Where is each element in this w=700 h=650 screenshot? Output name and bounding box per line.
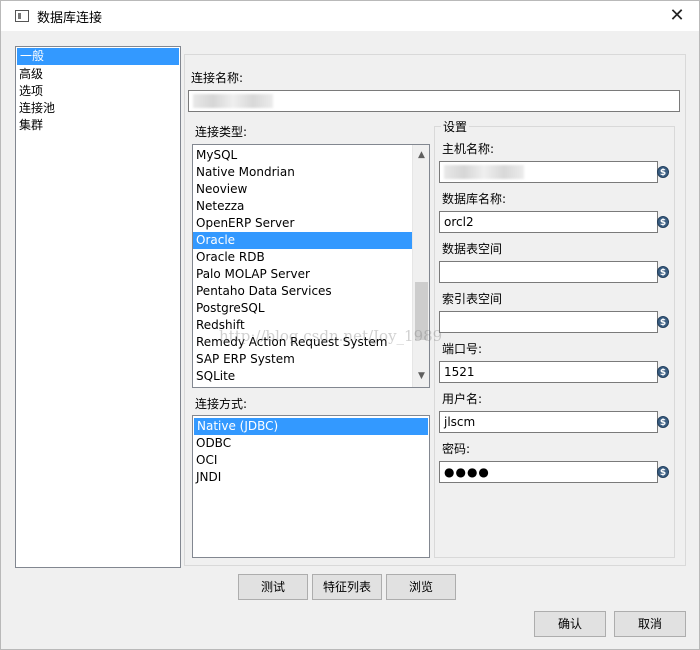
scroll-up-icon[interactable]: ▲ [413, 147, 429, 164]
connection-name-input[interactable] [188, 90, 680, 112]
list-item[interactable]: MySQL [193, 147, 429, 164]
list-item[interactable]: Netezza [193, 198, 429, 215]
host-input[interactable] [439, 161, 658, 183]
ok-button[interactable]: 确认 [534, 611, 606, 637]
connection-name-label: 连接名称: [191, 71, 244, 85]
variable-icon[interactable]: $ [657, 366, 669, 378]
list-item-selected[interactable]: Oracle [193, 232, 412, 249]
index-tablespace-input[interactable] [439, 311, 658, 333]
list-item[interactable]: Palo MOLAP Server [193, 266, 429, 283]
window-title: 数据库连接 [37, 11, 103, 26]
list-item[interactable]: Remedy Action Request System [193, 334, 429, 351]
list-item[interactable]: Redshift [193, 317, 429, 334]
scroll-down-icon[interactable]: ▼ [413, 368, 429, 385]
list-item[interactable]: JNDI [193, 469, 429, 486]
variable-icon[interactable]: $ [657, 316, 669, 328]
list-item[interactable]: PostgreSQL [193, 300, 429, 317]
database-name-input[interactable]: orcl2 [439, 211, 658, 233]
list-item[interactable]: Neoview [193, 181, 429, 198]
feature-list-button[interactable]: 特征列表 [312, 574, 382, 600]
variable-icon[interactable]: $ [657, 216, 669, 228]
variable-icon[interactable]: $ [657, 166, 669, 178]
database-connection-dialog: 数据库连接 ✕ 一般 高级 选项 连接池 集群 连接名称: 连接类型: MySQ… [0, 0, 700, 650]
port-label: 端口号: [442, 342, 483, 356]
nav-item-clustering[interactable]: 集群 [16, 117, 180, 134]
nav-item-options[interactable]: 选项 [16, 83, 180, 100]
list-item[interactable]: SAP ERP System [193, 351, 429, 368]
variable-icon[interactable]: $ [657, 416, 669, 428]
nav-item-general[interactable]: 一般 [17, 48, 179, 65]
nav-item-advanced[interactable]: 高级 [16, 66, 180, 83]
nav-item-pooling[interactable]: 连接池 [16, 100, 180, 117]
redacted-text [444, 165, 524, 179]
cancel-button[interactable]: 取消 [614, 611, 686, 637]
password-input[interactable]: ●●●● [439, 461, 658, 483]
test-button[interactable]: 测试 [238, 574, 308, 600]
connection-type-label: 连接类型: [195, 125, 248, 139]
username-label: 用户名: [442, 392, 483, 406]
list-item[interactable]: SQLite [193, 368, 429, 385]
access-method-list[interactable]: Native (JDBC) ODBC OCI JNDI [192, 415, 430, 558]
password-label: 密码: [442, 442, 471, 456]
list-item[interactable]: OpenERP Server [193, 215, 429, 232]
settings-title: 设置 [441, 118, 470, 135]
list-item[interactable]: Oracle RDB [193, 249, 429, 266]
redacted-text [193, 94, 273, 108]
index-tablespace-label: 索引表空间 [442, 292, 503, 306]
category-list: 一般 高级 选项 连接池 集群 [15, 46, 181, 568]
access-label: 连接方式: [195, 397, 248, 411]
list-item-selected[interactable]: Native (JDBC) [194, 418, 428, 435]
tablespace-label: 数据表空间 [442, 242, 503, 256]
port-input[interactable]: 1521 [439, 361, 658, 383]
variable-icon[interactable]: $ [657, 466, 669, 478]
host-label: 主机名称: [442, 142, 495, 156]
list-item[interactable]: OCI [193, 452, 429, 469]
list-item[interactable]: Pentaho Data Services [193, 283, 429, 300]
vertical-scrollbar[interactable]: ▲ ▼ [412, 145, 429, 387]
tablespace-input[interactable] [439, 261, 658, 283]
close-icon[interactable]: ✕ [665, 5, 689, 27]
connection-type-list[interactable]: MySQL Native Mondrian Neoview Netezza Op… [192, 144, 430, 388]
username-input[interactable]: jlscm [439, 411, 658, 433]
variable-icon[interactable]: $ [657, 266, 669, 278]
scroll-thumb[interactable] [415, 282, 428, 340]
database-name-label: 数据库名称: [442, 192, 507, 206]
list-item[interactable]: Native Mondrian [193, 164, 429, 181]
explore-button[interactable]: 浏览 [386, 574, 456, 600]
window-icon [15, 10, 29, 22]
list-item[interactable]: ODBC [193, 435, 429, 452]
title-bar: 数据库连接 ✕ [1, 1, 699, 31]
